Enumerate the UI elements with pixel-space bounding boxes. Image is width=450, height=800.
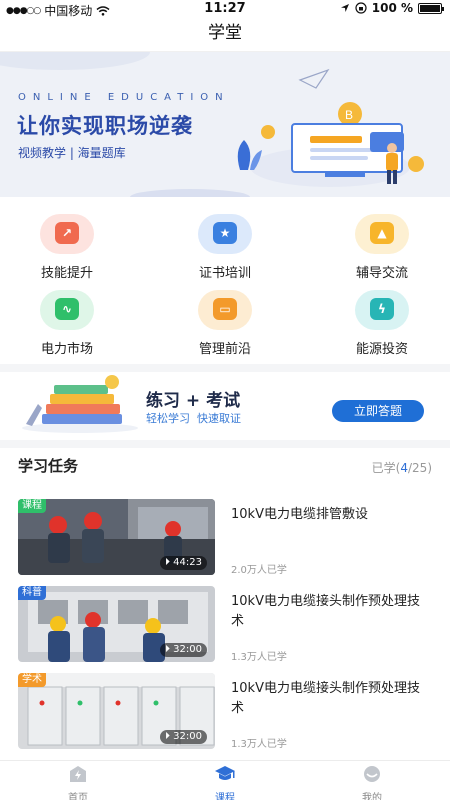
task-learners: 1.3万人已学 (231, 739, 287, 750)
wave-chart-icon: ∿ (40, 290, 94, 330)
banner-illustration: B (237, 68, 424, 184)
category-certificate[interactable]: ★ 证书培训 (170, 210, 280, 281)
inbox-tray-icon: ▭ (198, 290, 252, 330)
task-thumbnail[interactable]: 课程 ⏵ 44:23 (18, 499, 215, 575)
task-duration-text: 32:00 (173, 731, 202, 742)
task-item[interactable]: 课程 ⏵ 44:23 10kV电力电缆排管敷设 2.0万人已学 (18, 499, 432, 577)
learned-total: /25) (408, 461, 432, 475)
study-tasks-header: 学习任务 已学(4/25) (18, 455, 432, 479)
play-icon: ⏵ (164, 731, 174, 742)
task-title[interactable]: 10kV电力电缆接头制作预处理技术 (231, 592, 431, 632)
lightning-shield-icon: ϟ (355, 290, 409, 330)
tab-course[interactable]: 课程 (185, 765, 265, 800)
task-duration: ⏵ 32:00 (159, 643, 207, 657)
task-learners: 1.3万人已学 (231, 652, 287, 663)
task-duration: ⏵ 44:23 (159, 556, 207, 570)
location-arrow-icon (340, 4, 349, 12)
bottom-tab-bar: 首页 课程 我的 (0, 760, 450, 800)
banner-title: 让你实现职场逆袭 (17, 114, 193, 138)
user-face-icon (364, 766, 380, 782)
task-tag: 科普 (18, 586, 46, 600)
graduation-cap-icon (215, 766, 235, 780)
tab-label: 我的 (362, 793, 382, 800)
play-icon: ⏵ (164, 644, 174, 655)
practice-subtitle-2: 快速取证 (197, 412, 241, 425)
tab-label: 首页 (68, 793, 88, 800)
practice-exam-card[interactable]: 练习 + 考试 轻松学习 快速取证 立即答题 (0, 372, 450, 436)
battery-fill (420, 4, 440, 12)
section-divider (0, 440, 450, 448)
task-item[interactable]: 学术 ⏵ 32:00 10kV电力电缆接头制作预处理技术 1.3万人已学 (18, 673, 432, 751)
tab-mine[interactable]: 我的 (332, 765, 412, 800)
battery-percent: 100 % (371, 1, 413, 15)
task-duration: ⏵ 32:00 (159, 730, 207, 744)
learned-count[interactable]: 已学(4/25) (372, 459, 432, 476)
category-management[interactable]: ▭ 管理前沿 (170, 286, 280, 357)
orientation-lock-icon (355, 2, 367, 14)
task-duration-text: 44:23 (173, 557, 202, 568)
skill-arrow-icon: ↗ (40, 214, 94, 254)
page-title: 学堂 (0, 18, 450, 52)
banner-subtitle: 视频教学 | 海量题库 (18, 146, 126, 160)
task-thumbnail[interactable]: 学术 ⏵ 32:00 (18, 673, 215, 749)
practice-subtitle: 轻松学习 快速取证 (146, 410, 241, 426)
category-label: 管理前沿 (198, 342, 251, 357)
banner-english: ONLINE EDUCATION (18, 92, 230, 103)
category-energy-investment[interactable]: ϟ 能源投资 (327, 286, 437, 357)
study-tasks-title: 学习任务 (18, 457, 79, 475)
practice-title: 练习 + 考试 (146, 391, 241, 411)
task-title[interactable]: 10kV电力电缆接头制作预处理技术 (231, 679, 431, 719)
category-label: 技能提升 (40, 266, 93, 281)
certificate-badge-icon: ★ (198, 214, 252, 254)
task-learners: 2.0万人已学 (231, 565, 287, 576)
task-title[interactable]: 10kV电力电缆排管敷设 (231, 505, 431, 525)
category-skill[interactable]: ↗ 技能提升 (12, 210, 122, 281)
tab-home[interactable]: 首页 (38, 765, 118, 800)
start-answer-button[interactable]: 立即答题 (332, 400, 424, 422)
task-duration-text: 32:00 (173, 644, 202, 655)
graduation-cap-icon: ▲ (355, 214, 409, 254)
task-item[interactable]: 科普 ⏵ 32:00 10kV电力电缆接头制作预处理技术 1.3万人已学 (18, 586, 432, 664)
category-grid: ↗ 技能提升 ★ 证书培训 ▲ 辅导交流 ∿ 电力市场 ▭ 管理前沿 ϟ 能源投… (0, 204, 450, 360)
play-icon: ⏵ (164, 557, 174, 568)
tab-label: 课程 (215, 793, 235, 800)
promo-banner[interactable]: ONLINE EDUCATION 让你实现职场逆袭 视频教学 | 海量题库 B (0, 52, 450, 197)
battery-icon (418, 2, 444, 14)
home-bolt-icon (70, 766, 86, 782)
learned-number: 4 (400, 461, 408, 475)
task-tag: 课程 (18, 499, 46, 513)
task-tag: 学术 (18, 673, 46, 687)
svg-text:B: B (345, 108, 353, 122)
status-right: 100 % (340, 1, 444, 15)
practice-subtitle-1: 轻松学习 (146, 412, 190, 425)
category-label: 电力市场 (40, 342, 93, 357)
category-label: 证书培训 (198, 266, 251, 281)
status-bar: ●●●○○ 中国移动 11:27 100 % (0, 0, 450, 18)
learned-prefix: 已学( (371, 461, 401, 475)
section-divider (0, 364, 450, 372)
category-label: 辅导交流 (355, 266, 408, 281)
category-label: 能源投资 (355, 342, 408, 357)
task-thumbnail[interactable]: 科普 ⏵ 32:00 (18, 586, 215, 662)
books-illustration (22, 375, 138, 433)
category-tutoring[interactable]: ▲ 辅导交流 (327, 210, 437, 281)
category-power-market[interactable]: ∿ 电力市场 (12, 286, 122, 357)
